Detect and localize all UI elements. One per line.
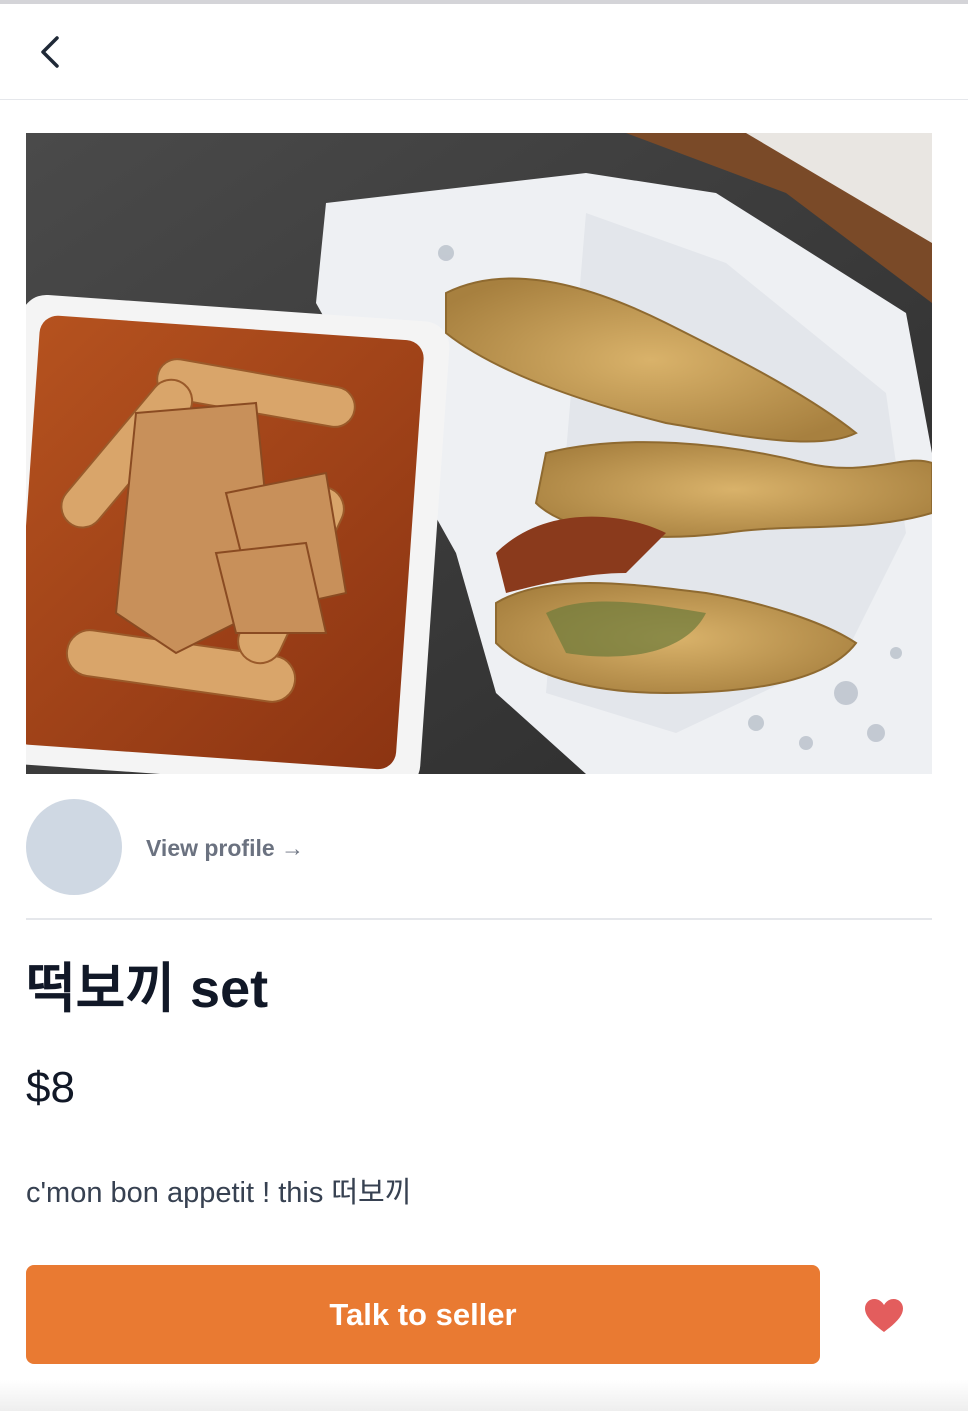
avatar[interactable] bbox=[26, 799, 122, 895]
listing-photo[interactable] bbox=[26, 133, 932, 774]
listing-title: 떡보끼 set bbox=[26, 959, 269, 1019]
back-button[interactable] bbox=[24, 26, 76, 78]
listing-description: c'mon bon appetit ! this 떠보끼 bbox=[26, 1177, 412, 1209]
food-photo-illustration bbox=[26, 133, 932, 774]
divider bbox=[26, 918, 932, 920]
chevron-left-icon bbox=[41, 36, 59, 68]
seller-row: View profile → bbox=[26, 799, 932, 895]
top-bar bbox=[0, 4, 968, 100]
favorite-button[interactable] bbox=[856, 1290, 912, 1342]
bottom-edge bbox=[0, 1380, 968, 1411]
listing-price: $8 bbox=[26, 1063, 75, 1112]
talk-to-seller-button[interactable]: Talk to seller bbox=[26, 1265, 820, 1364]
heart-icon bbox=[865, 1299, 903, 1332]
view-profile-link[interactable]: View profile → bbox=[146, 835, 304, 862]
